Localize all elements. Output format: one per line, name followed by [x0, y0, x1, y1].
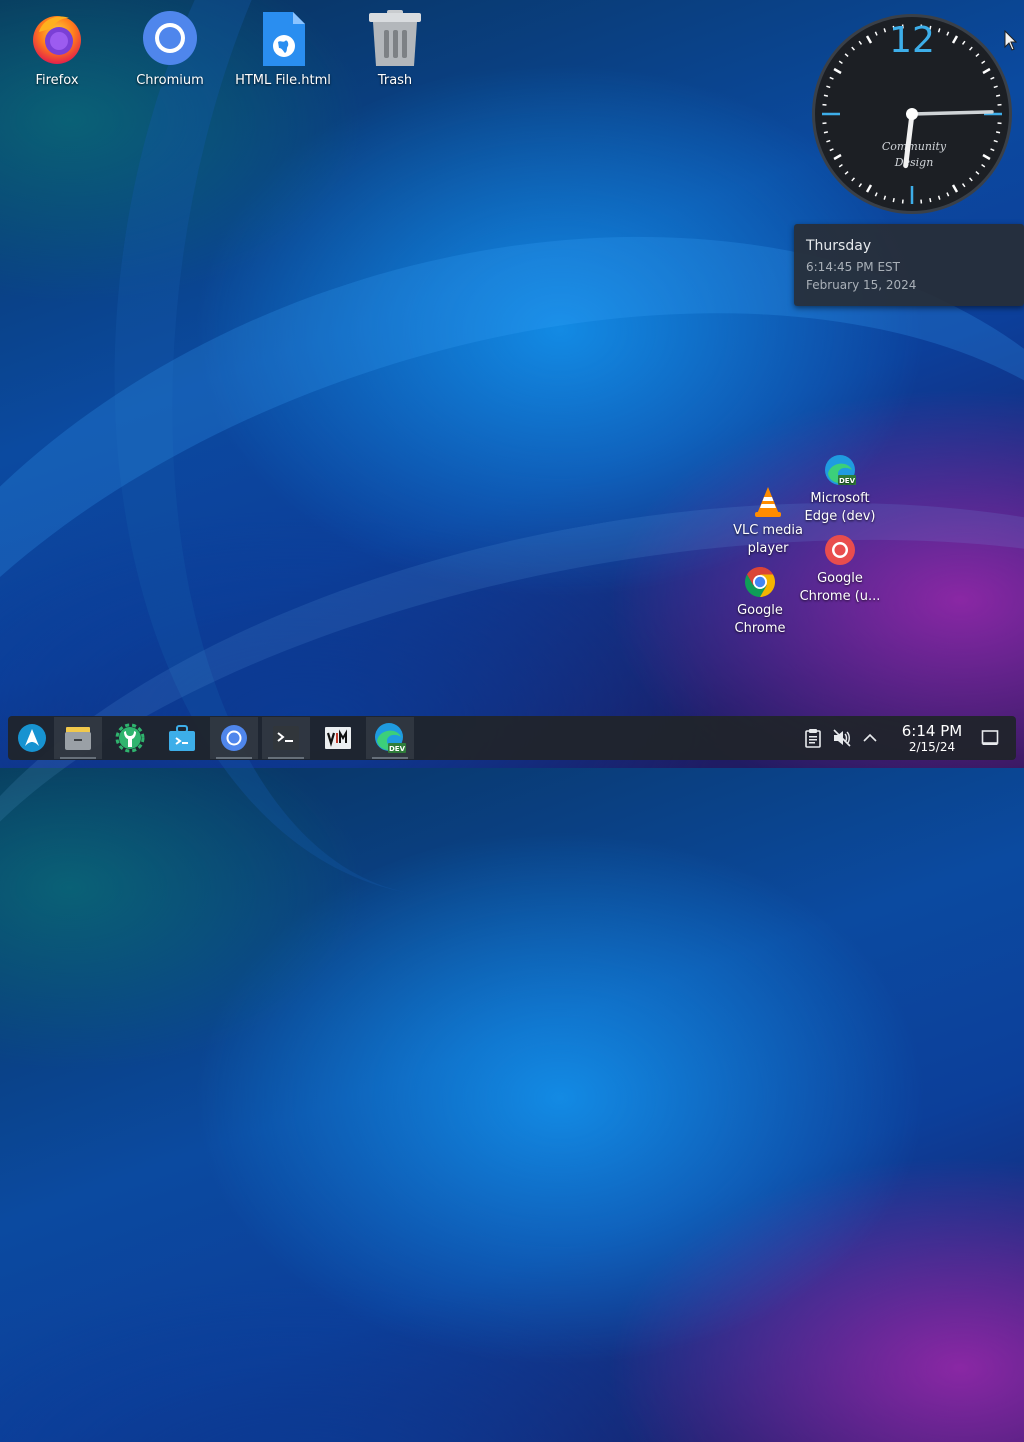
tooltip-time: 6:14:45 PM EST	[806, 260, 900, 274]
show-desktop-icon	[981, 729, 999, 747]
chrome-unstable-icon	[824, 534, 856, 566]
desktop-icon-label: Google Chrome (u...	[798, 570, 882, 606]
svg-text:DEV: DEV	[389, 745, 406, 753]
edge-dev-icon: DEV	[824, 454, 856, 486]
clock-tick	[996, 95, 1000, 96]
tray-clipboard[interactable]	[801, 726, 825, 750]
clock-tooltip: Thursday 6:14:45 PM EST February 15, 202…	[794, 224, 1024, 306]
taskbar-panel: DEV 6:14 PM 2/15/24	[8, 716, 1016, 760]
settings-wrench-icon	[115, 723, 145, 753]
clock-brand: Design	[894, 156, 934, 169]
chrome-icon	[744, 566, 776, 598]
tray-volume[interactable]	[830, 726, 854, 750]
tray-expand[interactable]	[858, 726, 882, 750]
taskbar-system-settings[interactable]	[106, 717, 154, 759]
panel-clock-date[interactable]: 2/15/24	[882, 740, 982, 754]
volume-muted-icon	[832, 728, 852, 748]
clock-tick	[930, 198, 931, 202]
analog-clock-widget[interactable]: 12 Community Design	[810, 12, 1014, 216]
tooltip-day: Thursday	[806, 238, 871, 254]
arch-launcher-icon	[17, 723, 47, 753]
svg-text:DEV: DEV	[839, 477, 856, 485]
clock-center	[906, 108, 918, 120]
desktop-icon-label: Google Chrome	[718, 602, 802, 638]
taskbar-discover[interactable]	[158, 717, 206, 759]
desktop-icon-label: HTML File.html	[233, 72, 333, 90]
desktop-icon-chrome[interactable]: Google Chrome	[718, 566, 802, 638]
desktop-icon-firefox[interactable]: Firefox	[7, 10, 107, 90]
chromium-icon	[219, 723, 249, 753]
html-file-icon	[255, 10, 311, 66]
minute-hand	[912, 112, 992, 114]
clock-tick	[824, 132, 828, 133]
taskbar-file-manager[interactable]	[54, 717, 102, 759]
clipboard-icon	[804, 728, 822, 748]
desktop-icon-trash[interactable]: Trash	[345, 10, 445, 90]
taskbar-vim[interactable]	[314, 717, 362, 759]
taskbar-application-launcher[interactable]	[8, 717, 56, 759]
desktop-icon-label: Chromium	[120, 72, 220, 90]
vim-icon	[323, 723, 353, 753]
desktop-icon-label: Microsoft Edge (dev)	[798, 490, 882, 526]
taskbar-chromium[interactable]	[210, 717, 258, 759]
mouse-cursor-icon	[1004, 30, 1018, 56]
desktop-icon-chromium[interactable]: Chromium	[120, 10, 220, 90]
clock-brand: Community	[882, 140, 947, 153]
clock-tick	[996, 132, 1000, 133]
desktop-icon-chrome-unstable[interactable]: Google Chrome (u...	[798, 534, 882, 606]
desktop-icon-html-file[interactable]: HTML File.html	[233, 10, 333, 90]
vlc-icon	[752, 486, 784, 518]
desktop-icon-label: Trash	[345, 72, 445, 90]
clock-tick	[824, 95, 828, 96]
discover-store-icon	[167, 723, 197, 753]
edge-dev-icon: DEV	[374, 722, 406, 754]
firefox-icon	[29, 10, 85, 66]
terminal-icon	[271, 723, 301, 753]
desktop-icon-edge-dev[interactable]: DEV Microsoft Edge (dev)	[798, 454, 882, 526]
show-desktop-button[interactable]	[978, 726, 1002, 750]
chromium-icon	[142, 10, 198, 66]
tooltip-date: February 15, 2024	[806, 278, 916, 292]
file-manager-icon	[63, 723, 93, 753]
clock-tick	[893, 198, 894, 202]
taskbar-edge-dev[interactable]: DEV	[366, 717, 414, 759]
clock-face: 12 Community Design	[810, 12, 1014, 216]
panel-clock-time[interactable]: 6:14 PM	[882, 722, 982, 740]
taskbar-konsole[interactable]	[262, 717, 310, 759]
trash-icon	[367, 10, 423, 66]
clock-numeral: 12	[889, 20, 935, 61]
desktop-icon-label: Firefox	[7, 72, 107, 90]
chevron-up-icon	[862, 730, 878, 746]
